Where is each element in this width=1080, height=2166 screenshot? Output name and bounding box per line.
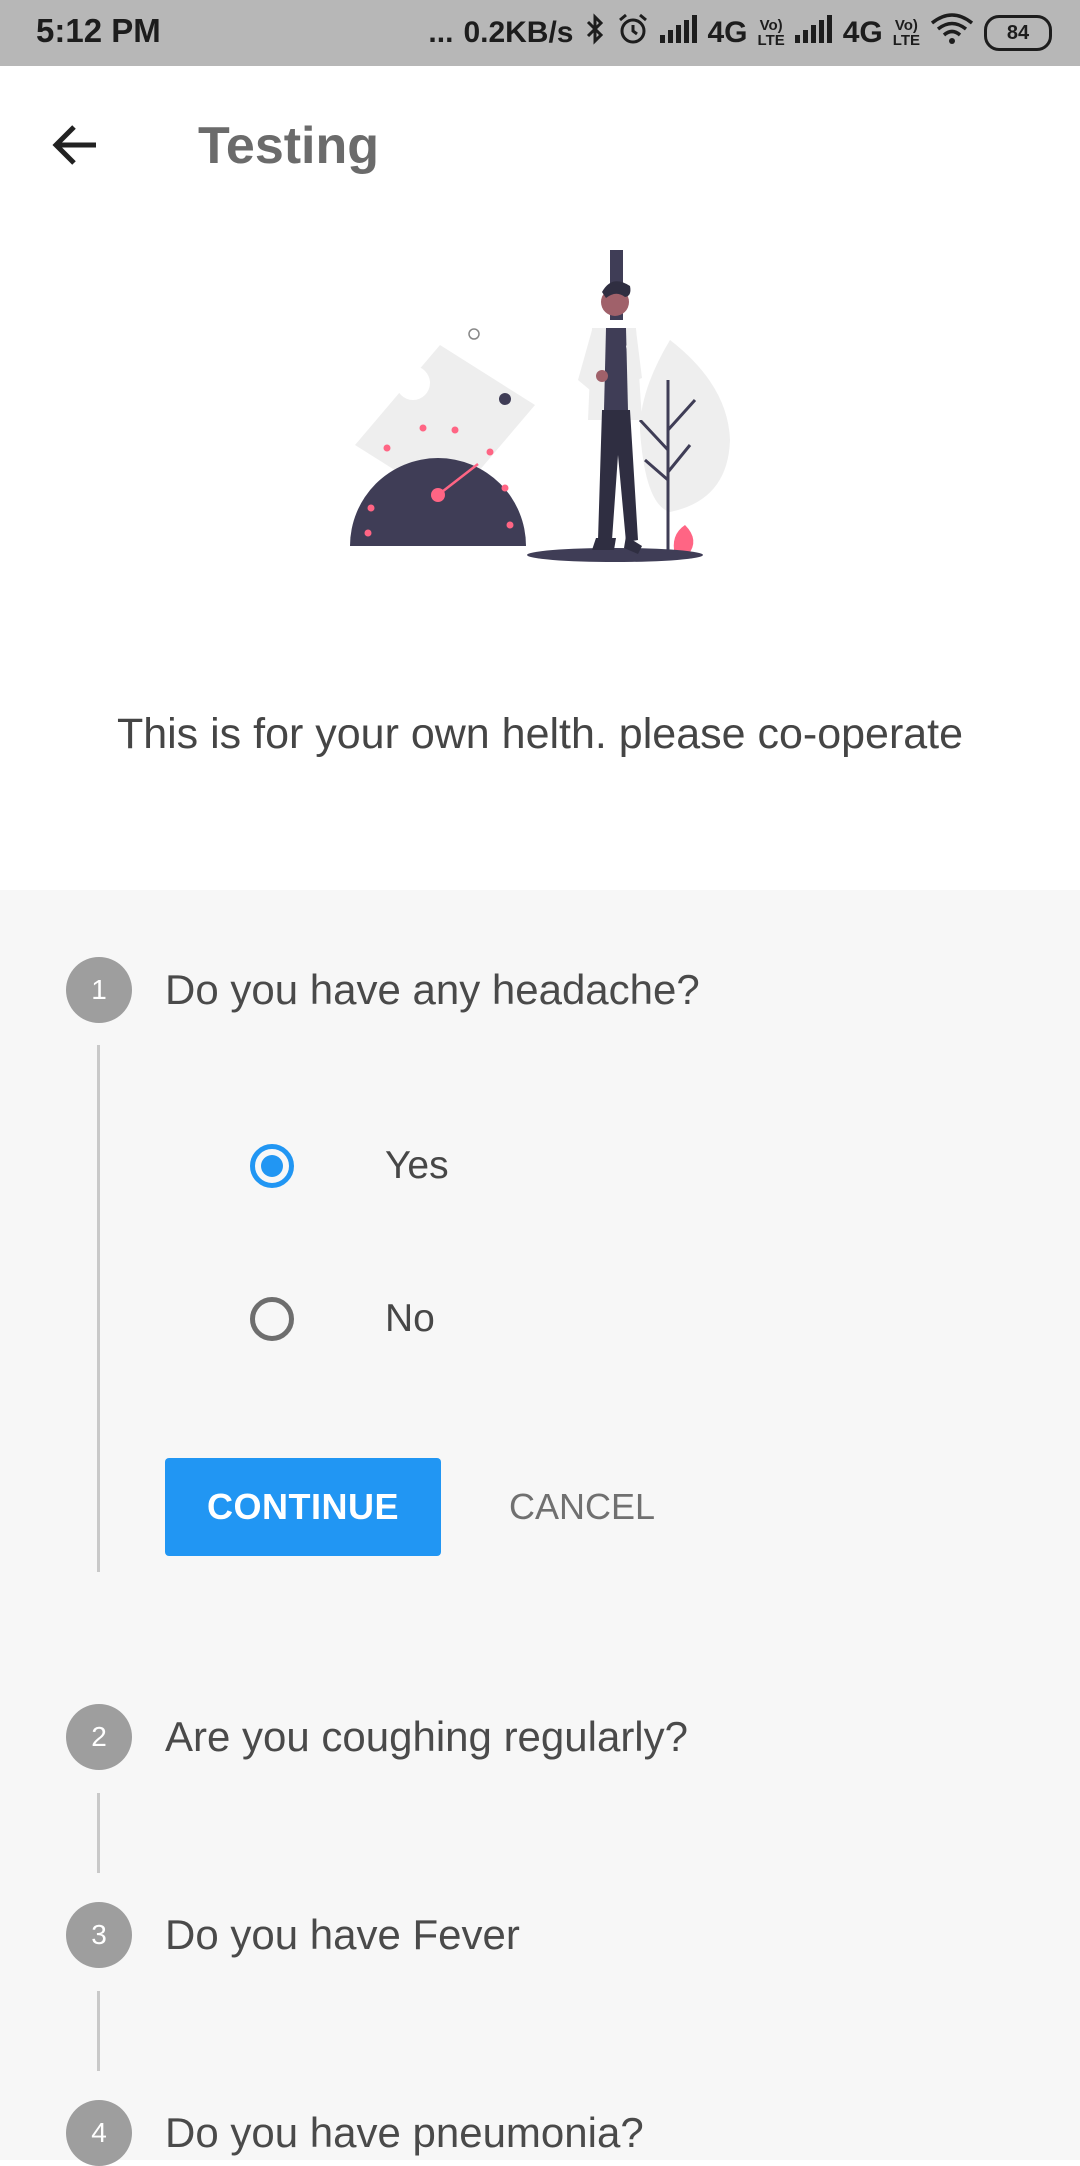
step-connector (97, 1045, 100, 1572)
intro-message: This is for your own helth. please co-op… (116, 710, 964, 758)
option-no[interactable]: No (250, 1284, 435, 1354)
back-button[interactable] (40, 112, 110, 182)
questionnaire-stepper: 1 Do you have any headache? Yes No CONTI… (0, 890, 1080, 2166)
signal-icon-2 (794, 15, 833, 51)
option-no-label: No (385, 1297, 435, 1340)
step-1-question[interactable]: Do you have any headache? (165, 966, 700, 1014)
app-bar: Testing (0, 66, 1080, 226)
step-2-question[interactable]: Are you coughing regularly? (165, 1713, 688, 1761)
step-2-number: 2 (66, 1704, 132, 1770)
step-3-question[interactable]: Do you have Fever (165, 1911, 520, 1959)
step-1-number: 1 (66, 957, 132, 1023)
network-type-2: 4G (842, 16, 883, 49)
network-type-1: 4G (707, 16, 748, 49)
step-3-number: 3 (66, 1902, 132, 1968)
step-4-number: 4 (66, 2100, 132, 2166)
volte-badge-1: Vo) LTE (757, 17, 785, 49)
wifi-icon (930, 13, 974, 53)
health-illustration (340, 250, 740, 570)
network-speed: 0.2KB/s (463, 16, 574, 49)
option-yes[interactable]: Yes (250, 1131, 449, 1201)
radio-yes[interactable] (250, 1144, 294, 1188)
cancel-button[interactable]: CANCEL (482, 1458, 682, 1556)
bluetooth-icon (584, 13, 606, 53)
more-dots: ... (428, 16, 454, 49)
battery-indicator: 84 (984, 15, 1052, 51)
signal-icon (659, 15, 698, 51)
step-connector (97, 1991, 100, 2071)
volte-badge-2: Vo) LTE (892, 17, 920, 49)
status-icons: ... 0.2KB/s 4G Vo) LTE 4G Vo) LTE 84 (428, 10, 1052, 56)
step-4-question[interactable]: Do you have pneumonia? (165, 2109, 644, 2157)
status-bar: 5:12 PM ... 0.2KB/s 4G Vo) LTE 4G Vo) LTE … (0, 0, 1080, 66)
page-title: Testing (198, 117, 380, 175)
alarm-icon (616, 12, 650, 54)
continue-button[interactable]: CONTINUE (165, 1458, 441, 1556)
radio-no[interactable] (250, 1297, 294, 1341)
step-connector (97, 1793, 100, 1873)
option-yes-label: Yes (385, 1144, 449, 1187)
arrow-left-icon (50, 123, 100, 172)
radio-dot (261, 1155, 283, 1177)
status-time: 5:12 PM (36, 12, 161, 49)
